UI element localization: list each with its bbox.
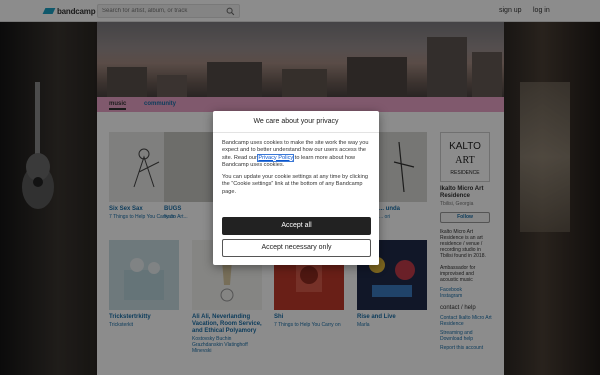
cookie-settings-paragraph: You can update your cookie settings at a… bbox=[222, 174, 368, 195]
cookie-consent-dialog: We care about your privacy Bandcamp uses… bbox=[213, 111, 379, 265]
dialog-title: We care about your privacy bbox=[213, 111, 379, 133]
accept-all-button[interactable]: Accept all bbox=[222, 217, 371, 235]
cookie-paragraph: Bandcamp uses cookies to make the site w… bbox=[222, 140, 371, 169]
dialog-body: Bandcamp uses cookies to make the site w… bbox=[222, 140, 371, 196]
privacy-policy-link[interactable]: Privacy Policy bbox=[257, 153, 295, 162]
accept-necessary-button[interactable]: Accept necessary only bbox=[222, 239, 371, 257]
